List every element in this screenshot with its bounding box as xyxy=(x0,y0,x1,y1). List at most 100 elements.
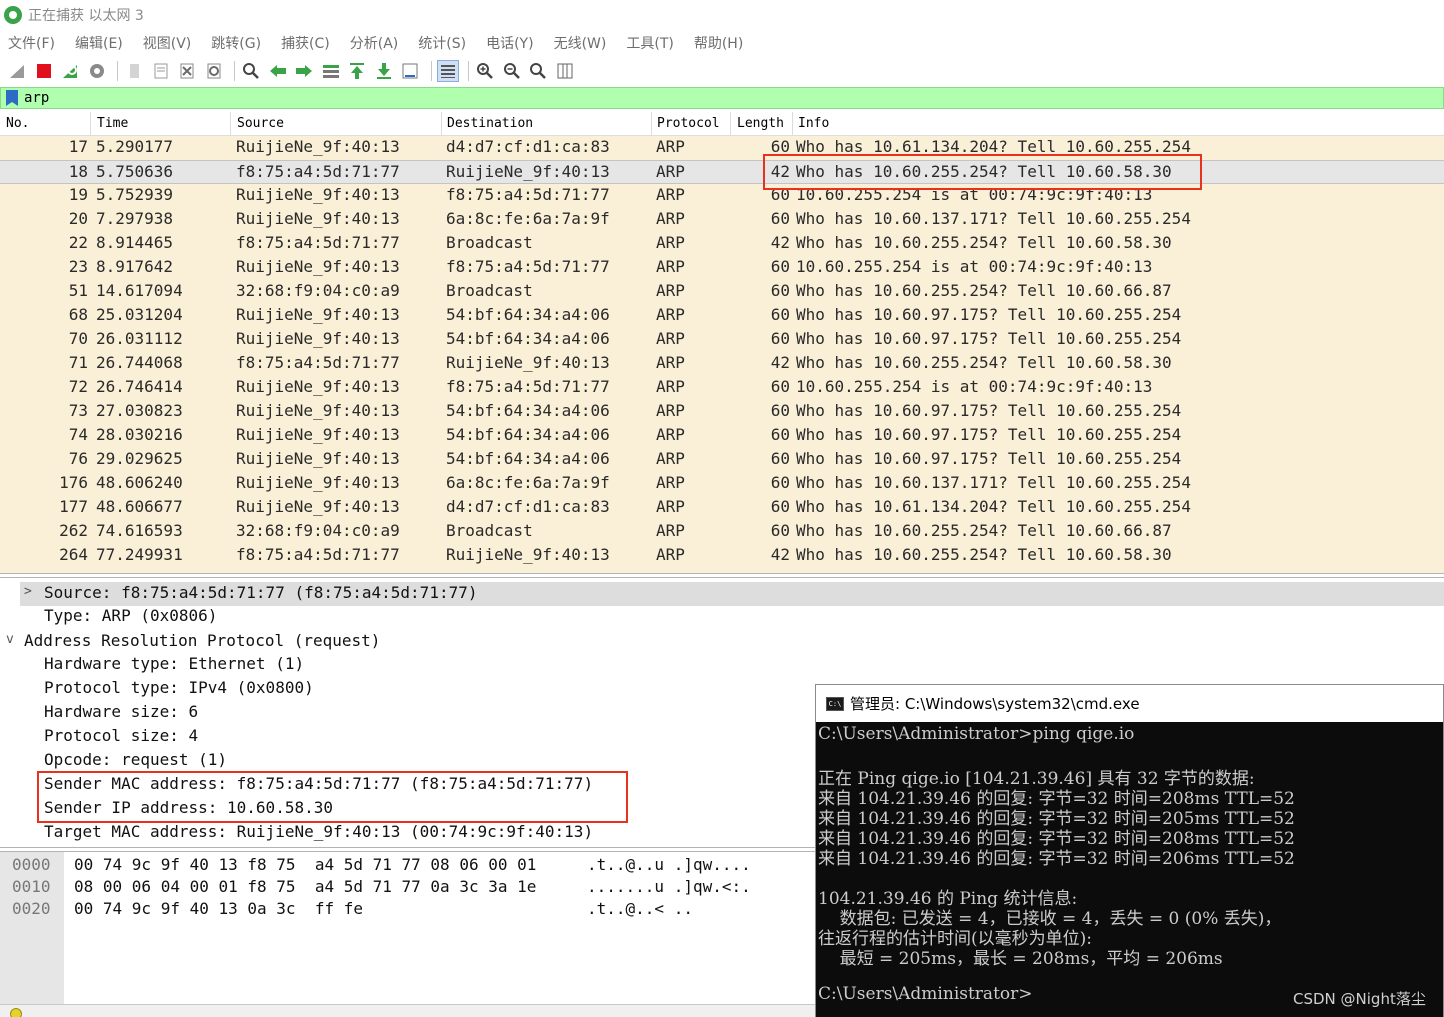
display-filter-bar[interactable]: arp xyxy=(0,87,1444,109)
expert-info-icon[interactable] xyxy=(10,1008,22,1017)
zoom-in-icon[interactable] xyxy=(474,60,496,82)
cell-length: 60 xyxy=(770,377,790,396)
reload-icon[interactable] xyxy=(203,60,225,82)
packet-row[interactable]: 73 27.030823 RuijieNe_9f:40:13 54:bf:64:34:… xyxy=(0,400,1444,424)
menu-wireless[interactable]: 无线(W) xyxy=(554,33,607,53)
autoscroll-icon[interactable] xyxy=(399,60,421,82)
menu-edit[interactable]: 编辑(E) xyxy=(75,33,123,53)
column-divider[interactable] xyxy=(792,112,793,136)
cmd-console[interactable]: C:\Users\Administrator>ping qige.io 正在 P… xyxy=(816,722,1443,1017)
column-header-no[interactable]: No. xyxy=(6,116,29,131)
column-header-destination[interactable]: Destination xyxy=(447,116,533,131)
cell-source: f8:75:a4:5d:71:77 xyxy=(236,353,400,372)
go-last-icon[interactable] xyxy=(373,60,395,82)
packet-row[interactable]: 17 5.290177 RuijieNe_9f:40:13 d4:d7:cf:d1:c… xyxy=(0,136,1444,160)
packet-row[interactable]: 70 26.031112 RuijieNe_9f:40:13 54:bf:64:34:… xyxy=(0,328,1444,352)
open-file-icon[interactable] xyxy=(123,60,145,82)
detail-row-type[interactable]: Type: ARP (0x0806) xyxy=(44,606,217,630)
stop-capture-icon[interactable] xyxy=(33,60,55,82)
menu-statistics[interactable]: 统计(S) xyxy=(418,33,466,53)
column-header-info[interactable]: Info xyxy=(798,116,829,131)
column-divider[interactable] xyxy=(90,112,91,136)
detail-row-proto-type[interactable]: Protocol type: IPv4 (0x0800) xyxy=(44,678,314,702)
menu-tools[interactable]: 工具(T) xyxy=(626,33,673,53)
cmd-title-bar[interactable]: C:\ 管理员: C:\Windows\system32\cmd.exe xyxy=(816,685,1443,722)
packet-row[interactable]: 176 48.606240 RuijieNe_9f:40:13 6a:8c:fe:6a… xyxy=(0,472,1444,496)
console-prompt[interactable]: C:\Users\Administrator> xyxy=(818,984,1033,1004)
detail-row-target-mac[interactable]: Target MAC address: RuijieNe_9f:40:13 (0… xyxy=(44,822,593,846)
close-file-icon[interactable] xyxy=(176,60,198,82)
byte-hex[interactable]: 08 00 06 04 00 01 f8 75 a4 5d 71 77 0a 3… xyxy=(74,877,536,896)
pane-splitter[interactable] xyxy=(0,573,1444,578)
detail-text: Source: f8:75:a4:5d:71:77 (f8:75:a4:5d:7… xyxy=(44,583,478,602)
cmd-window[interactable]: C:\ 管理员: C:\Windows\system32\cmd.exe C:\… xyxy=(815,684,1444,1017)
colorize-icon[interactable] xyxy=(436,60,459,82)
menu-analyze[interactable]: 分析(A) xyxy=(350,33,399,53)
column-divider[interactable] xyxy=(441,112,442,136)
detail-row-hw-type[interactable]: Hardware type: Ethernet (1) xyxy=(44,654,304,678)
zoom-normal-icon[interactable] xyxy=(527,60,549,82)
byte-ascii[interactable]: .t..@..< .. xyxy=(587,899,693,918)
go-forward-icon[interactable] xyxy=(293,60,315,82)
find-packet-icon[interactable] xyxy=(240,60,262,82)
detail-row-proto-size[interactable]: Protocol size: 4 xyxy=(44,726,198,750)
detail-row-hw-size[interactable]: Hardware size: 6 xyxy=(44,702,198,726)
column-header-source[interactable]: Source xyxy=(237,116,284,131)
shark-fin-start-icon[interactable] xyxy=(6,60,28,82)
packet-row[interactable]: 20 7.297938 RuijieNe_9f:40:13 6a:8c:fe:6a:7… xyxy=(0,208,1444,232)
byte-ascii[interactable]: .......u .]qw.<:. xyxy=(587,877,751,896)
column-header-time[interactable]: Time xyxy=(97,116,128,131)
detail-row-source[interactable]: > Source: f8:75:a4:5d:71:77 (f8:75:a4:5d… xyxy=(20,582,1444,606)
save-file-icon[interactable] xyxy=(150,60,172,82)
cell-source: RuijieNe_9f:40:13 xyxy=(236,401,400,420)
column-divider[interactable] xyxy=(730,112,731,136)
menu-help[interactable]: 帮助(H) xyxy=(694,33,743,53)
packet-row[interactable]: 23 8.917642 RuijieNe_9f:40:13 f8:75:a4:5d:7… xyxy=(0,256,1444,280)
cell-no: 177 xyxy=(59,497,88,516)
byte-hex[interactable]: 00 74 9c 9f 40 13 f8 75 a4 5d 71 77 08 0… xyxy=(74,855,536,874)
packet-row[interactable]: 177 48.606677 RuijieNe_9f:40:13 d4:d7:cf:d1… xyxy=(0,496,1444,520)
column-header-length[interactable]: Length xyxy=(737,116,784,131)
menu-go[interactable]: 跳转(G) xyxy=(211,33,261,53)
packet-row[interactable]: 262 74.616593 32:68:f9:04:c0:a9 Broadcast AR… xyxy=(0,520,1444,544)
detail-row-arp[interactable]: v Address Resolution Protocol (request) xyxy=(0,630,380,654)
packet-row[interactable]: 71 26.744068 f8:75:a4:5d:71:77 RuijieNe_9f:… xyxy=(0,352,1444,376)
column-header-protocol[interactable]: Protocol xyxy=(657,116,720,131)
packet-row[interactable]: 51 14.617094 32:68:f9:04:c0:a9 Broadcast ARP… xyxy=(0,280,1444,304)
packet-list[interactable]: 17 5.290177 RuijieNe_9f:40:13 d4:d7:cf:d1:c… xyxy=(0,136,1444,573)
go-back-icon[interactable] xyxy=(267,60,289,82)
go-first-icon[interactable] xyxy=(346,60,368,82)
packet-row[interactable]: 68 25.031204 RuijieNe_9f:40:13 54:bf:64:34:… xyxy=(0,304,1444,328)
menu-view[interactable]: 视图(V) xyxy=(143,33,192,53)
console-line: 来自 104.21.39.46 的回复: 字节=32 时间=206ms TTL=… xyxy=(818,849,1295,869)
packet-row[interactable]: 19 5.752939 RuijieNe_9f:40:13 f8:75:a4:5d:7… xyxy=(0,184,1444,208)
cell-no: 22 xyxy=(68,233,88,252)
column-divider[interactable] xyxy=(651,112,652,136)
zoom-out-icon[interactable] xyxy=(501,60,523,82)
menu-file[interactable]: 文件(F) xyxy=(8,33,55,53)
collapse-caret-icon[interactable]: v xyxy=(6,632,14,647)
cell-destination: d4:d7:cf:d1:ca:83 xyxy=(446,497,610,516)
menu-telephony[interactable]: 电话(Y) xyxy=(486,33,533,53)
packet-row[interactable]: 74 28.030216 RuijieNe_9f:40:13 54:bf:64:34:… xyxy=(0,424,1444,448)
cell-time: 48.606677 xyxy=(96,497,183,516)
packet-row[interactable]: 76 29.029625 RuijieNe_9f:40:13 54:bf:64:34:… xyxy=(0,448,1444,472)
packet-row[interactable]: 22 8.914465 f8:75:a4:5d:71:77 Broadcast ARP 4… xyxy=(0,232,1444,256)
byte-ascii[interactable]: .t..@..u .]qw.... xyxy=(587,855,751,874)
menu-capture[interactable]: 捕获(C) xyxy=(281,33,330,53)
restart-capture-icon[interactable] xyxy=(59,60,81,82)
column-divider[interactable] xyxy=(230,112,231,136)
toolbar-separator xyxy=(117,61,118,81)
resize-columns-icon[interactable] xyxy=(554,60,576,82)
byte-hex[interactable]: 00 74 9c 9f 40 13 0a 3c ff fe xyxy=(74,899,363,918)
display-filter-input[interactable]: arp xyxy=(24,90,49,106)
go-to-packet-icon[interactable] xyxy=(320,60,342,82)
capture-options-icon[interactable] xyxy=(86,60,108,82)
packet-row-selected[interactable]: 18 5.750636 f8:75:a4:5d:71:77 RuijieNe_9f:4… xyxy=(0,160,1444,184)
cell-no: 72 xyxy=(68,377,88,396)
packet-row[interactable]: 72 26.746414 RuijieNe_9f:40:13 f8:75:a4:5d:… xyxy=(0,376,1444,400)
bookmark-icon[interactable] xyxy=(6,90,18,106)
packet-row[interactable]: 264 77.249931 f8:75:a4:5d:71:77 RuijieNe_9f… xyxy=(0,544,1444,568)
cell-no: 70 xyxy=(68,329,88,348)
expand-caret-icon[interactable]: > xyxy=(24,584,32,599)
